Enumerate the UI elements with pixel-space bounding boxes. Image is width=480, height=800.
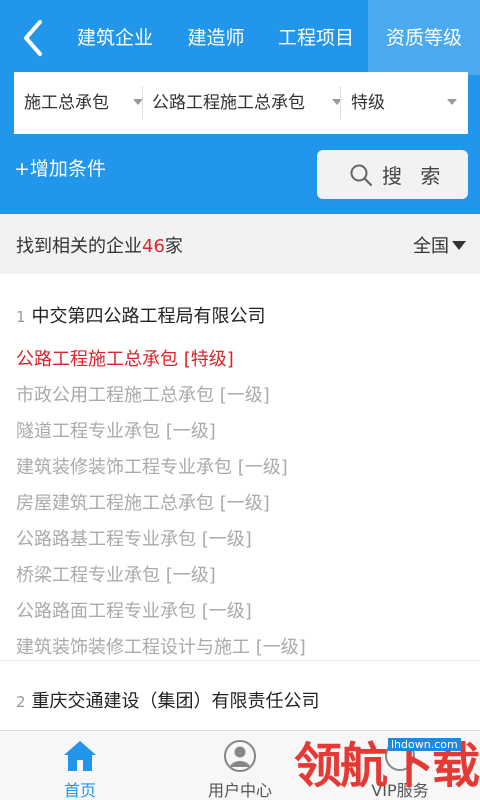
search-label: 搜 索 — [382, 164, 447, 188]
header: 建筑企业 建造师 工程项目 资质等级 施工总承包 公路工程施工总承包 特级 +增… — [0, 0, 480, 214]
result-count: 46 — [142, 236, 165, 257]
filter-type-value: 公路工程施工总承包 — [152, 93, 305, 113]
vip-icon — [385, 741, 415, 771]
dropdown-arrow-icon — [447, 99, 457, 105]
nav-bar: 建筑企业 建造师 工程项目 资质等级 — [0, 0, 480, 75]
qualification-item: 公路工程施工总承包 [特级] — [16, 349, 234, 370]
search-button[interactable]: 搜 索 — [317, 150, 468, 199]
user-icon — [224, 740, 256, 772]
home-icon — [64, 741, 96, 771]
result-list[interactable]: 1 中交第四公路工程局有限公司 公路工程施工总承包 [特级] 市政公用工程施工总承… — [0, 274, 480, 730]
region-selector[interactable]: 全国 — [413, 232, 466, 258]
list-item[interactable]: 1 中交第四公路工程局有限公司 公路工程施工总承包 [特级] 市政公用工程施工总承… — [0, 274, 480, 674]
result-count-text: 找到相关的企业46家 — [16, 232, 183, 258]
tab-project[interactable]: 工程项目 — [266, 0, 366, 75]
filter-category-dropdown[interactable]: 施工总承包 — [24, 72, 143, 134]
result-prefix: 找到相关的企业 — [16, 236, 142, 257]
add-condition-button[interactable]: +增加条件 — [14, 154, 106, 181]
bottom-tab-user-center[interactable]: 用户中心 — [160, 731, 320, 800]
bottom-tab-bar: 首页 用户中心 VIP服务 — [0, 730, 480, 800]
bottom-tab-home[interactable]: 首页 — [0, 731, 160, 800]
qualification-item: 市政公用工程施工总承包 [一级] — [16, 385, 270, 406]
company-name: 重庆交通建设（集团）有限责任公司 — [31, 691, 320, 712]
result-summary: 找到相关的企业46家 全国 — [0, 214, 480, 274]
tab-qualification[interactable]: 资质等级 — [368, 0, 480, 75]
filter-category-value: 施工总承包 — [24, 93, 109, 113]
list-item[interactable]: 2 重庆交通建设（集团）有限责任公司 — [0, 661, 480, 730]
search-icon — [350, 164, 373, 187]
filter-level-value: 特级 — [351, 93, 385, 113]
caret-down-icon — [452, 241, 466, 250]
bottom-tab-label: 首页 — [63, 781, 96, 800]
tab-enterprise[interactable]: 建筑企业 — [65, 0, 165, 75]
qualification-item: 隧道工程专业承包 [一级] — [16, 421, 216, 442]
bottom-tab-vip[interactable]: VIP服务 — [320, 731, 480, 800]
filter-level-dropdown[interactable]: 特级 — [351, 72, 461, 134]
filter-divider — [340, 86, 341, 120]
tab-constructor[interactable]: 建造师 — [170, 0, 262, 75]
qualification-item: 桥梁工程专业承包 [一级] — [16, 565, 216, 586]
back-arrow-icon — [24, 20, 42, 56]
qualification-item: 公路路面工程专业承包 [一级] — [16, 601, 252, 622]
bottom-tab-label: 用户中心 — [207, 781, 272, 800]
qualification-item: 建筑装饰装修工程设计与施工 [一级] — [16, 637, 306, 658]
qualification-item: 房屋建筑工程施工总承包 [一级] — [16, 493, 270, 514]
filter-panel: 施工总承包 公路工程施工总承包 特级 — [14, 72, 468, 134]
result-suffix: 家 — [164, 236, 183, 257]
qualification-item: 公路路基工程专业承包 [一级] — [16, 529, 252, 550]
item-index: 1 — [16, 308, 26, 326]
company-title[interactable]: 1 中交第四公路工程局有限公司 — [16, 302, 266, 328]
company-name: 中交第四公路工程局有限公司 — [31, 306, 266, 327]
item-index: 2 — [16, 693, 26, 711]
qualification-item: 建筑装修装饰工程专业承包 [一级] — [16, 457, 288, 478]
filter-type-dropdown[interactable]: 公路工程施工总承包 — [152, 72, 348, 134]
filter-divider — [142, 86, 143, 120]
region-label: 全国 — [413, 236, 449, 257]
bottom-tab-label: VIP服务 — [371, 781, 429, 800]
company-title[interactable]: 2 重庆交通建设（集团）有限责任公司 — [16, 687, 320, 713]
back-button[interactable] — [16, 18, 52, 58]
